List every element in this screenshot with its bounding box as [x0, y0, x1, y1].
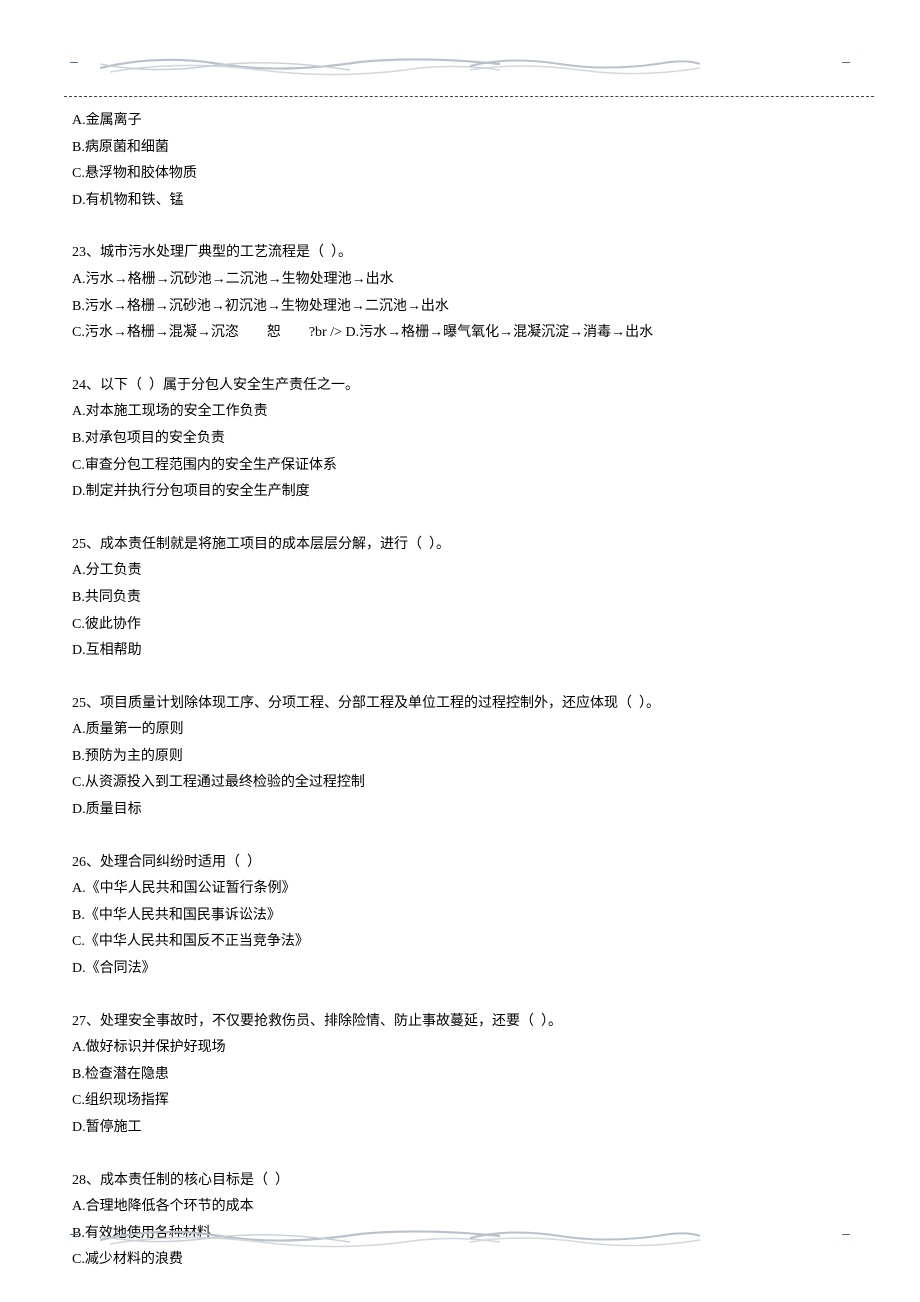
option-a: A.质量第一的原则 — [72, 717, 848, 744]
swirl-icon — [470, 1222, 700, 1250]
question-22-options: A.金属离子 B.病原菌和细菌 C.悬浮物和胶体物质 D.有机物和铁、锰 — [72, 108, 848, 214]
option-a: A.对本施工现场的安全工作负责 — [72, 399, 848, 426]
question-stem: 27、处理安全事故时，不仅要抢救伤员、排除险情、防止事故蔓延，还要（ ）。 — [72, 1009, 848, 1036]
option-b: B.《中华人民共和国民事诉讼法》 — [72, 903, 848, 930]
option-d: D.暂停施工 — [72, 1115, 848, 1142]
option-d: D.质量目标 — [72, 797, 848, 824]
option-b: B.污水→格栅→沉砂池→初沉池→生物处理池→二沉池→出水 — [72, 294, 848, 321]
option-c: C.《中华人民共和国反不正当竞争法》 — [72, 929, 848, 956]
option-a: A.《中华人民共和国公证暂行条例》 — [72, 876, 848, 903]
option-c: C.审查分包工程范围内的安全生产保证体系 — [72, 453, 848, 480]
divider-line — [64, 96, 874, 97]
decorative-header — [70, 50, 850, 80]
option-c: C.从资源投入到工程通过最终检验的全过程控制 — [72, 770, 848, 797]
dash-icon — [70, 1234, 78, 1236]
question-26: 26、处理合同纠纷时适用（ ） A.《中华人民共和国公证暂行条例》 B.《中华人… — [72, 850, 848, 983]
question-28: 28、成本责任制的核心目标是（ ） A.合理地降低各个环节的成本 B.有效地使用… — [72, 1168, 848, 1274]
option-b: B.预防为主的原则 — [72, 744, 848, 771]
question-stem: 23、城市污水处理厂典型的工艺流程是（ ）。 — [72, 240, 848, 267]
option-d: D.有机物和铁、锰 — [72, 188, 848, 215]
dash-icon — [842, 1234, 850, 1236]
option-a: A.污水→格栅→沉砂池→二沉池→生物处理池→出水 — [72, 267, 848, 294]
option-a: A.分工负责 — [72, 558, 848, 585]
option-c: C.组织现场指挥 — [72, 1088, 848, 1115]
option-b: B.病原菌和细菌 — [72, 135, 848, 162]
option-c: C.彼此协作 — [72, 612, 848, 639]
question-27: 27、处理安全事故时，不仅要抢救伤员、排除险情、防止事故蔓延，还要（ ）。 A.… — [72, 1009, 848, 1142]
option-c: C.污水→格栅→混凝→沉恣 恕 ?br /> D.污水→格栅→曝气氧化→混凝沉淀… — [72, 320, 848, 347]
dash-icon — [70, 62, 78, 64]
option-a: A.金属离子 — [72, 108, 848, 135]
question-stem: 25、项目质量计划除体现工序、分项工程、分部工程及单位工程的过程控制外，还应体现… — [72, 691, 848, 718]
question-stem: 24、以下（ ）属于分包人安全生产责任之一。 — [72, 373, 848, 400]
question-23: 23、城市污水处理厂典型的工艺流程是（ ）。 A.污水→格栅→沉砂池→二沉池→生… — [72, 240, 848, 346]
option-a: A.合理地降低各个环节的成本 — [72, 1194, 848, 1221]
question-25b: 25、项目质量计划除体现工序、分项工程、分部工程及单位工程的过程控制外，还应体现… — [72, 691, 848, 824]
swirl-icon — [100, 1222, 500, 1250]
option-a: A.做好标识并保护好现场 — [72, 1035, 848, 1062]
swirl-icon — [100, 50, 500, 78]
option-b: B.共同负责 — [72, 585, 848, 612]
question-stem: 26、处理合同纠纷时适用（ ） — [72, 850, 848, 877]
question-25a: 25、成本责任制就是将施工项目的成本层层分解，进行（ ）。 A.分工负责 B.共… — [72, 532, 848, 665]
option-c: C.悬浮物和胶体物质 — [72, 161, 848, 188]
swirl-icon — [470, 50, 700, 78]
option-d: D.制定并执行分包项目的安全生产制度 — [72, 479, 848, 506]
question-stem: 28、成本责任制的核心目标是（ ） — [72, 1168, 848, 1195]
document-body: A.金属离子 B.病原菌和细菌 C.悬浮物和胶体物质 D.有机物和铁、锰 23、… — [72, 108, 848, 1274]
option-b: B.对承包项目的安全负责 — [72, 426, 848, 453]
option-d: D.《合同法》 — [72, 956, 848, 983]
option-b: B.检查潜在隐患 — [72, 1062, 848, 1089]
dash-icon — [842, 62, 850, 64]
decorative-footer — [70, 1222, 850, 1252]
question-24: 24、以下（ ）属于分包人安全生产责任之一。 A.对本施工现场的安全工作负责 B… — [72, 373, 848, 506]
option-d: D.互相帮助 — [72, 638, 848, 665]
question-stem: 25、成本责任制就是将施工项目的成本层层分解，进行（ ）。 — [72, 532, 848, 559]
